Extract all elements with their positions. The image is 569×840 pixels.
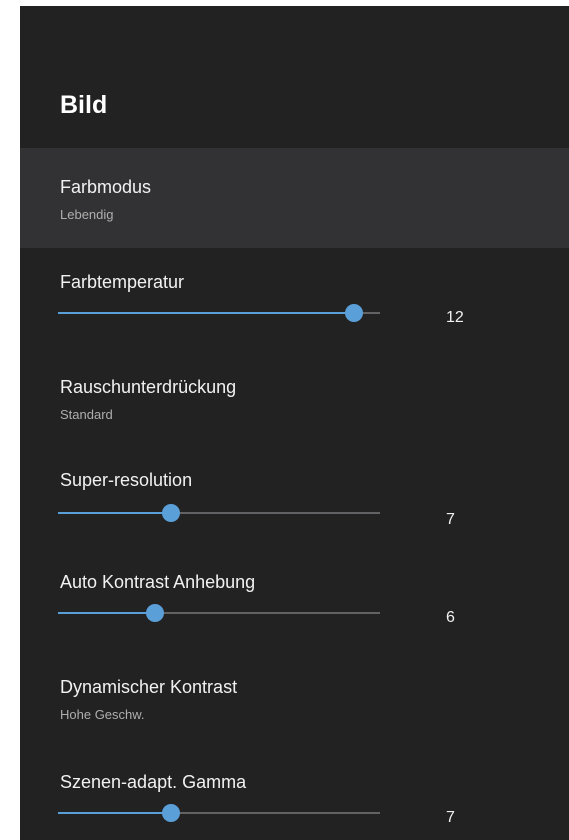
- page-title: Bild: [60, 91, 108, 119]
- slider-fill: [58, 312, 355, 314]
- auto-kontrast-slider[interactable]: [58, 603, 380, 623]
- setting-farbmodus[interactable]: Farbmodus Lebendig: [20, 148, 569, 248]
- setting-farbtemperatur[interactable]: Farbtemperatur 12: [20, 248, 569, 348]
- slider-value: 7: [446, 511, 455, 528]
- slider-fill: [58, 812, 171, 814]
- farbtemperatur-slider[interactable]: [58, 303, 380, 323]
- setting-label: Dynamischer Kontrast: [60, 677, 238, 697]
- slider-thumb[interactable]: [161, 804, 180, 822]
- setting-label: Farbtemperatur: [60, 272, 185, 292]
- setting-label: Auto Kontrast Anhebung: [60, 572, 256, 592]
- setting-current-value: Standard: [60, 407, 113, 422]
- setting-current-value: Lebendig: [60, 207, 114, 222]
- slider-fill: [58, 612, 155, 614]
- slider-thumb[interactable]: [345, 304, 364, 322]
- slider-value: 7: [446, 809, 455, 826]
- setting-label: Super-resolution: [60, 470, 193, 490]
- setting-label: Farbmodus: [60, 177, 152, 197]
- setting-label: Szenen-adapt. Gamma: [60, 772, 247, 792]
- setting-dynamischer-kontrast[interactable]: Dynamischer Kontrast Hohe Geschw.: [20, 648, 569, 748]
- slider-fill: [58, 512, 171, 514]
- setting-szenen-adapt-gamma[interactable]: Szenen-adapt. Gamma 7: [20, 748, 569, 840]
- setting-auto-kontrast-anhebung[interactable]: Auto Kontrast Anhebung 6: [20, 548, 569, 648]
- slider-value: 12: [446, 309, 464, 326]
- super-resolution-slider[interactable]: [58, 503, 380, 523]
- setting-current-value: Hohe Geschw.: [60, 707, 145, 722]
- slider-thumb[interactable]: [161, 504, 180, 522]
- picture-settings-panel: Bild Farbmodus Lebendig Farbtemperatur 1…: [20, 6, 569, 840]
- setting-rauschunterdrueckung[interactable]: Rauschunterdrückung Standard: [20, 348, 569, 448]
- setting-super-resolution[interactable]: Super-resolution 7: [20, 448, 569, 548]
- szenen-gamma-slider[interactable]: [58, 803, 380, 823]
- slider-thumb[interactable]: [145, 604, 164, 622]
- setting-label: Rauschunterdrückung: [60, 377, 237, 397]
- slider-value: 6: [446, 609, 455, 626]
